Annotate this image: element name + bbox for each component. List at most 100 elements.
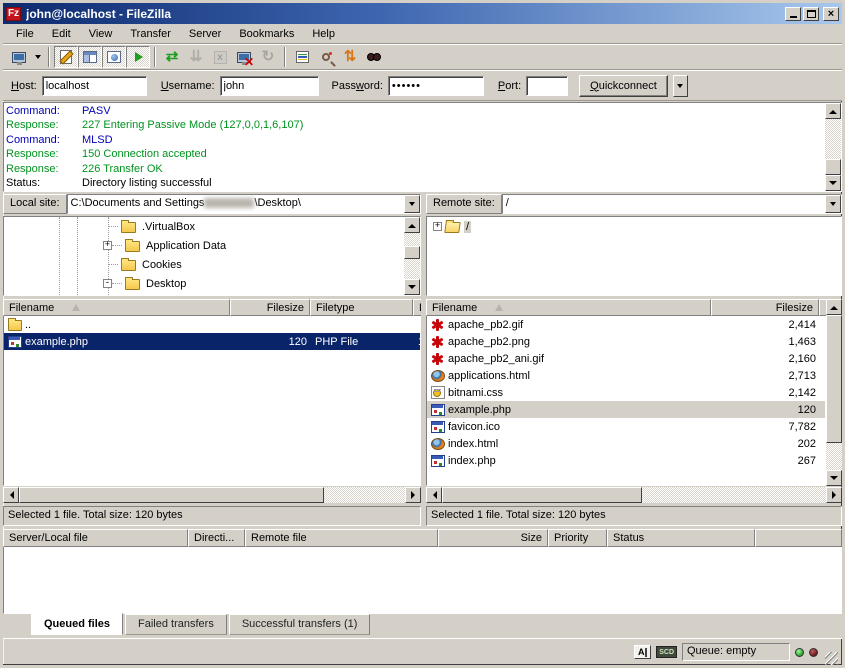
scroll-down-button[interactable] — [826, 470, 842, 486]
local-site-combo[interactable]: C:\Documents and Settings\Desktop\ — [67, 194, 421, 214]
menu-edit[interactable]: Edit — [43, 25, 80, 43]
column-header-server-local-file[interactable]: Server/Local file — [3, 529, 188, 547]
tree-item-application-data[interactable]: +Application Data — [4, 236, 404, 255]
quickconnect-button[interactable]: Quickconnect — [579, 75, 668, 97]
column-header-last-modified[interactable]: L — [413, 299, 421, 316]
column-header-direction[interactable]: Directi... — [188, 529, 245, 547]
local-site-dropdown[interactable] — [404, 195, 420, 213]
tab-successful-transfers[interactable]: Successful transfers (1) — [229, 614, 371, 635]
port-input[interactable] — [526, 76, 568, 96]
file-row[interactable]: apache_pb2_ani.gif 2,160 — [427, 350, 825, 367]
process-queue-button[interactable]: ⇊ — [184, 46, 208, 68]
menu-transfer[interactable]: Transfer — [121, 25, 180, 43]
file-row[interactable]: index.php 267 — [427, 452, 825, 469]
file-row-parent-dir[interactable]: .. — [4, 316, 420, 333]
scroll-down-button[interactable] — [404, 279, 420, 295]
expand-icon[interactable]: + — [103, 241, 112, 250]
menu-file[interactable]: File — [7, 25, 43, 43]
file-row[interactable]: apache_pb2.png 1,463 — [427, 333, 825, 350]
toolbar-separator — [284, 47, 286, 67]
column-header-filename[interactable]: Filename — [3, 299, 230, 316]
menu-bookmarks[interactable]: Bookmarks — [230, 25, 303, 43]
log-scrollbar[interactable] — [825, 103, 841, 191]
tree-item-virtualbox[interactable]: .VirtualBox — [4, 217, 404, 236]
site-manager-dropdown[interactable] — [31, 46, 44, 68]
tree-item-root[interactable]: + / — [427, 217, 841, 236]
resize-grip[interactable] — [825, 652, 838, 665]
scrollbar-thumb[interactable] — [19, 487, 324, 503]
remote-list-scrollbar[interactable] — [826, 299, 842, 486]
toggle-local-tree-button[interactable] — [78, 46, 102, 68]
scrollbar-thumb[interactable] — [826, 315, 842, 443]
refresh-button[interactable]: ⇄ — [160, 46, 184, 68]
column-header-status[interactable]: Status — [607, 529, 755, 547]
maximize-button[interactable] — [803, 7, 819, 21]
speed-limit-icon[interactable]: SCD — [656, 646, 677, 658]
titlebar: Fz john@localhost - FileZilla × — [3, 3, 842, 24]
toggle-transfer-queue-button[interactable] — [126, 46, 150, 68]
file-row[interactable]: applications.html 2,713 — [427, 367, 825, 384]
tab-failed-transfers[interactable]: Failed transfers — [125, 614, 227, 635]
data-type-indicator-icon[interactable]: A — [634, 645, 651, 659]
reconnect-button[interactable]: ↻ — [256, 46, 280, 68]
tree-item-cookies[interactable]: Cookies — [4, 255, 404, 274]
column-header-filename[interactable]: Filename — [426, 299, 711, 316]
file-row[interactable]: apache_pb2.gif 2,414 — [427, 316, 825, 333]
column-header-size[interactable]: Size — [438, 529, 548, 547]
collapse-icon[interactable]: - — [103, 279, 112, 288]
synchronized-browsing-button[interactable]: ⇅ — [338, 46, 362, 68]
menu-help[interactable]: Help — [303, 25, 344, 43]
username-input[interactable] — [220, 76, 319, 96]
column-header-remote-file[interactable]: Remote file — [245, 529, 438, 547]
remote-horizontal-scrollbar[interactable] — [426, 487, 842, 503]
remote-site-dropdown[interactable] — [825, 195, 841, 213]
menu-view[interactable]: View — [80, 25, 122, 43]
folder-icon — [125, 279, 140, 290]
menu-server[interactable]: Server — [180, 25, 230, 43]
column-header-filesize[interactable]: Filesize — [711, 299, 819, 316]
scroll-left-button[interactable] — [426, 487, 442, 503]
queue-tabs: Queued files Failed transfers Successful… — [3, 614, 842, 638]
column-header-priority[interactable]: Priority — [548, 529, 607, 547]
file-row-example-php[interactable]: example.php 120 PHP File 1 — [4, 333, 420, 350]
tab-queued-files[interactable]: Queued files — [31, 613, 123, 635]
remote-site-combo[interactable]: / — [502, 194, 842, 214]
site-manager-button[interactable] — [7, 46, 31, 68]
file-row[interactable]: favicon.ico 7,782 — [427, 418, 825, 435]
file-row-selected[interactable]: example.php 120 — [427, 401, 825, 418]
scroll-right-button[interactable] — [826, 487, 842, 503]
expand-icon[interactable]: + — [433, 222, 442, 231]
column-header-filesize[interactable]: Filesize — [230, 299, 310, 316]
scroll-down-button[interactable] — [825, 175, 841, 191]
file-row[interactable]: bitnami.css 2,142 — [427, 384, 825, 401]
directory-listing-filters-button[interactable] — [290, 46, 314, 68]
find-files-button[interactable] — [362, 46, 386, 68]
password-input[interactable] — [388, 76, 484, 96]
remote-tree-icon — [107, 51, 121, 63]
quickconnect-dropdown[interactable] — [673, 75, 688, 97]
site-manager-icon — [12, 52, 26, 63]
local-horizontal-scrollbar[interactable] — [3, 487, 421, 503]
column-header-filetype[interactable]: Filetype — [310, 299, 413, 316]
scroll-right-button[interactable] — [405, 487, 421, 503]
scrollbar-thumb[interactable] — [404, 246, 420, 259]
toggle-remote-tree-button[interactable] — [102, 46, 126, 68]
remote-pane: Remote site: / + / Filen — [426, 194, 842, 526]
host-input[interactable] — [42, 76, 147, 96]
disconnect-button[interactable]: ✕ — [232, 46, 256, 68]
scroll-up-button[interactable] — [404, 217, 420, 233]
scrollbar-thumb[interactable] — [442, 487, 642, 503]
cancel-operation-button[interactable]: x — [208, 46, 232, 68]
minimize-button[interactable] — [785, 7, 801, 21]
directory-comparison-button[interactable] — [314, 46, 338, 68]
tree-item-desktop[interactable]: -Desktop — [4, 274, 404, 293]
toggle-message-log-button[interactable] — [54, 46, 78, 68]
app-icon[interactable]: Fz — [6, 7, 21, 21]
file-row[interactable]: index.html 202 — [427, 435, 825, 452]
scroll-up-button[interactable] — [826, 299, 842, 315]
close-button[interactable]: × — [823, 7, 839, 21]
scroll-left-button[interactable] — [3, 487, 19, 503]
local-tree-scrollbar[interactable] — [404, 217, 420, 295]
scrollbar-thumb[interactable] — [825, 159, 841, 175]
scroll-up-button[interactable] — [825, 103, 841, 119]
